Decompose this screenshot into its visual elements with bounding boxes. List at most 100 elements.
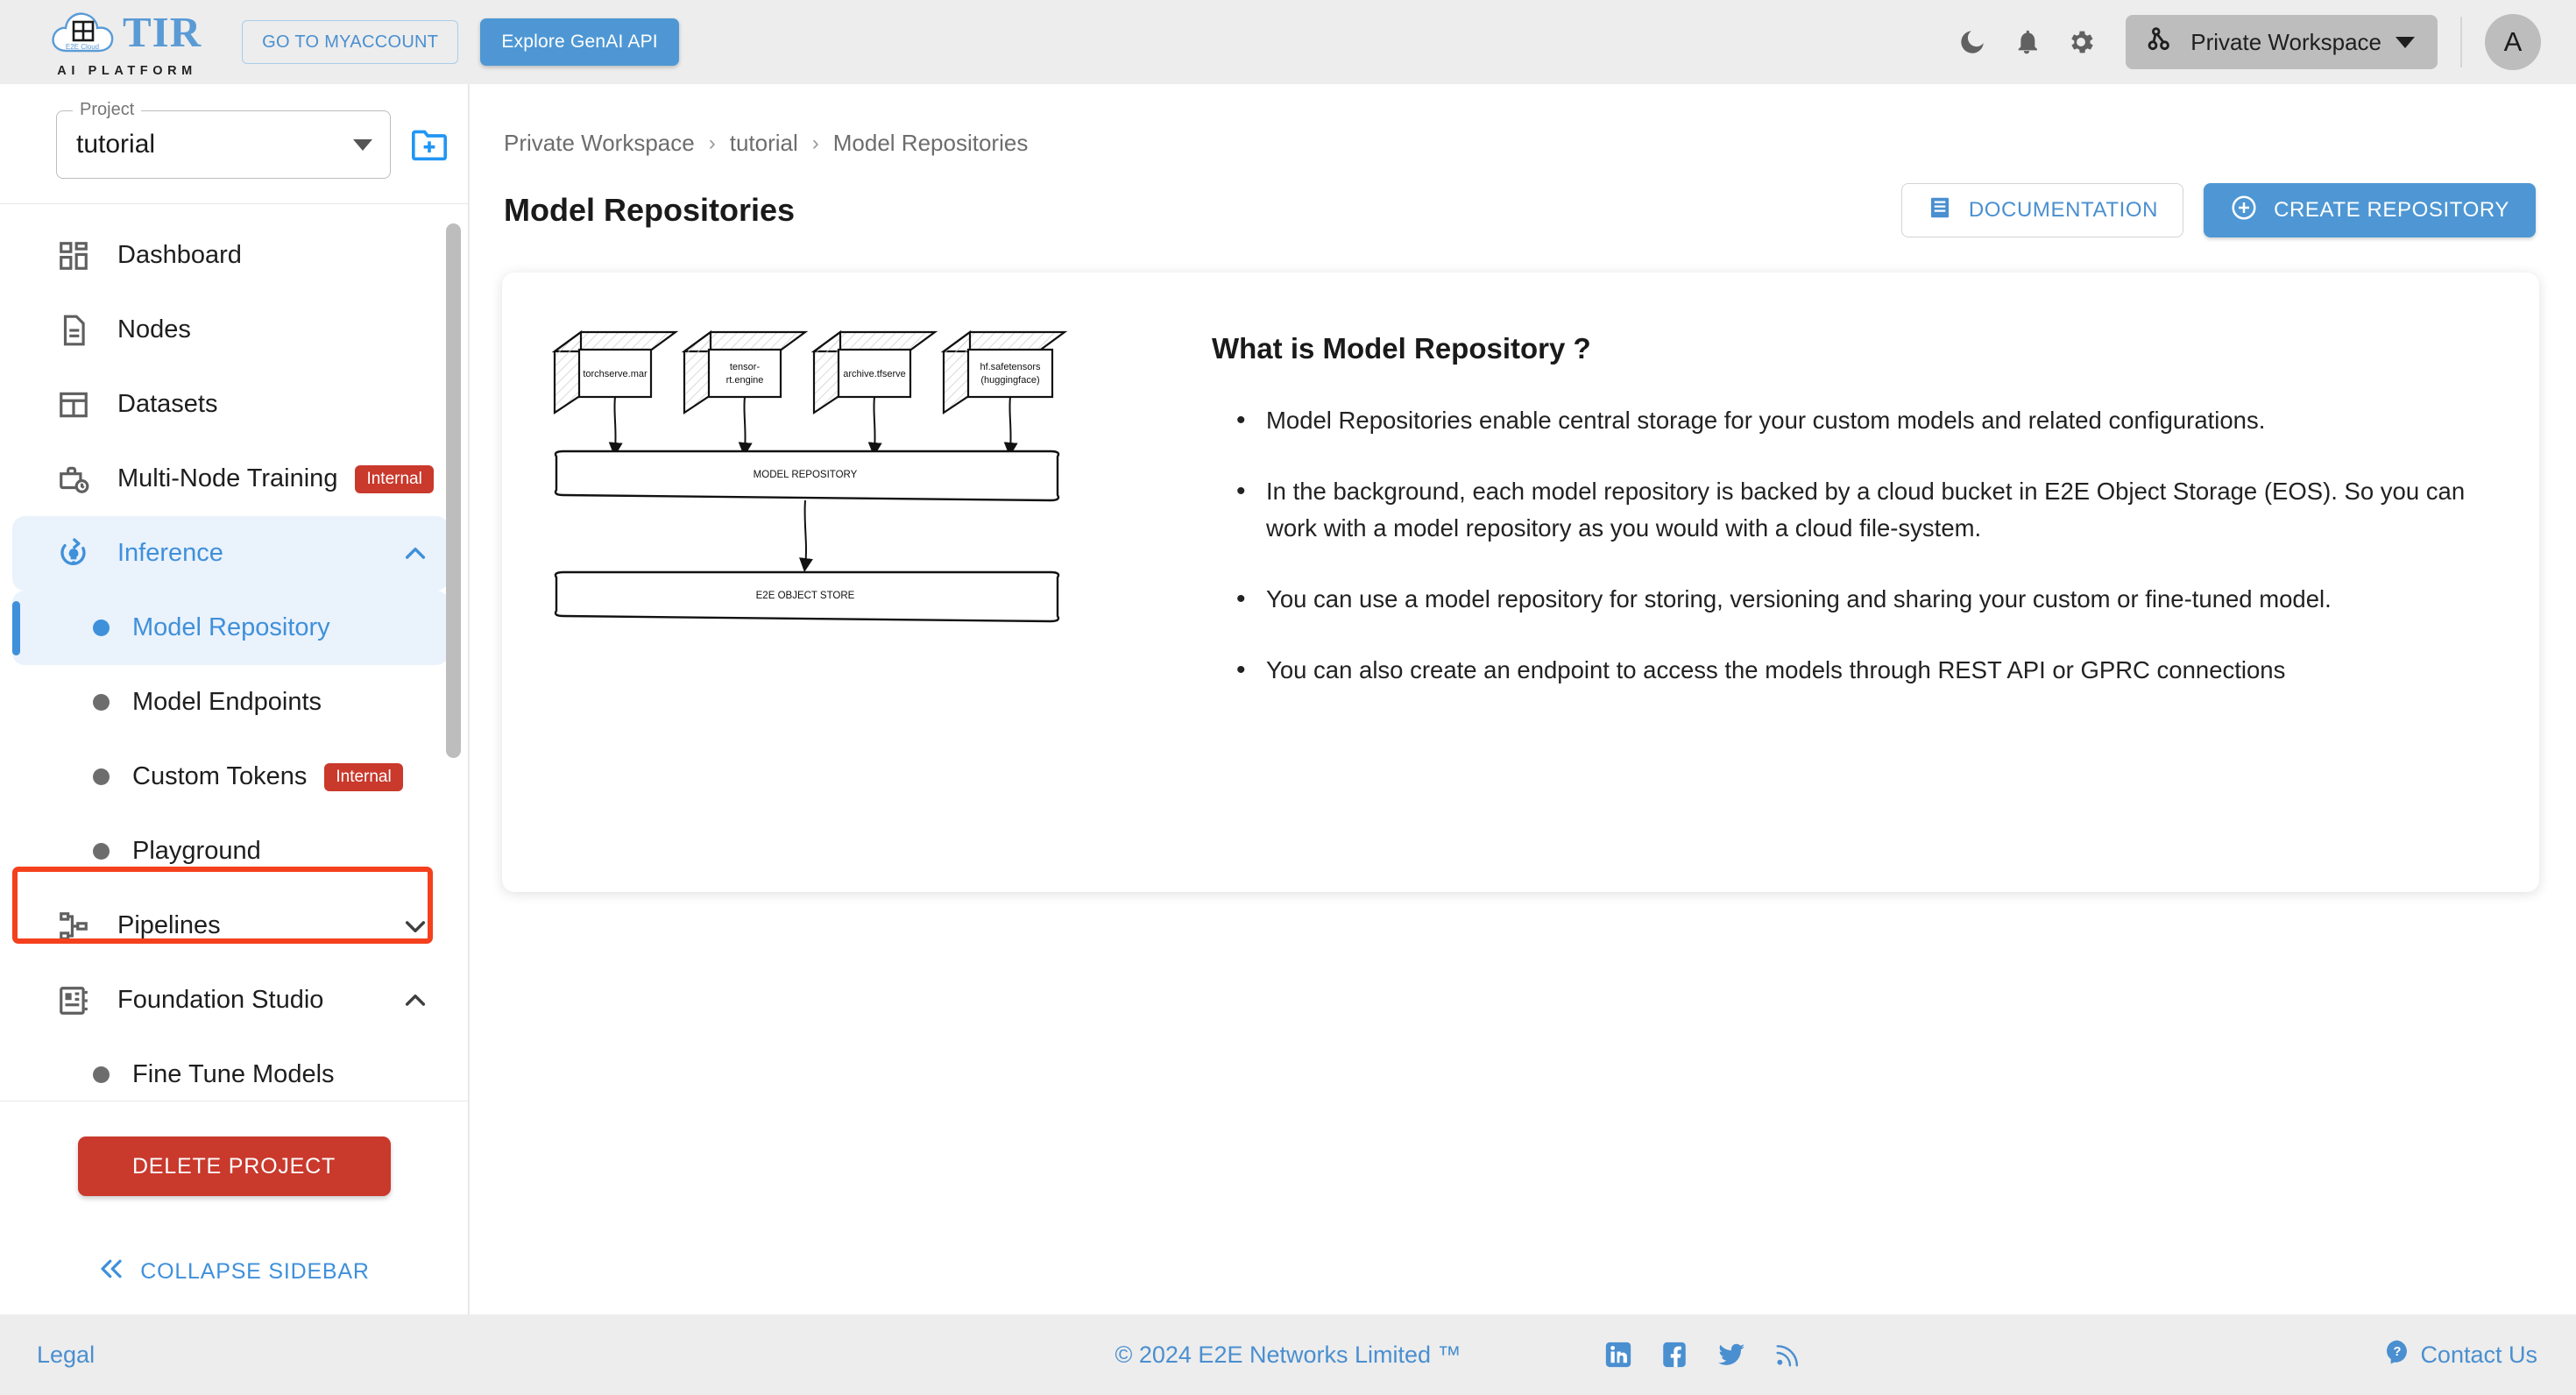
status-badge: Internal xyxy=(324,762,403,791)
create-repository-button[interactable]: CREATE REPOSITORY xyxy=(2204,183,2536,237)
bullet-dot-icon xyxy=(93,1066,110,1083)
avatar-initial: A xyxy=(2503,26,2523,57)
twitter-icon[interactable] xyxy=(1716,1339,1747,1370)
app-header: E2E Cloud TIR AI PLATFORM GO TO MYACCOUN… xyxy=(0,0,2576,84)
sidebar-item-model-endpoints[interactable]: Model Endpoints xyxy=(12,665,449,740)
sidebar-item-fine-tune-models[interactable]: Fine Tune Models xyxy=(12,1037,449,1101)
dashboard-icon xyxy=(53,239,95,273)
logo-wordmark: TIR xyxy=(123,8,202,56)
main-content: Private Workspace › tutorial › Model Rep… xyxy=(470,84,2576,1314)
status-badge: Internal xyxy=(355,464,434,493)
briefcase-clock-icon xyxy=(53,463,95,496)
page-header-actions: DOCUMENTATION CREATE REPOSITORY xyxy=(1900,183,2536,237)
sidebar-item-custom-tokens[interactable]: Custom Tokens Internal xyxy=(12,740,449,814)
linkedin-icon[interactable] xyxy=(1603,1340,1633,1370)
chevron-down-icon xyxy=(353,138,372,151)
diagram-object-store-box: E2E OBJECT STORE xyxy=(554,570,1060,623)
diagram-box-label-1a: tensor- xyxy=(730,362,761,372)
double-chevron-left-icon xyxy=(98,1256,124,1288)
collapse-sidebar-button[interactable]: COLLAPSE SIDEBAR xyxy=(98,1256,370,1288)
project-select-label: Project xyxy=(73,100,142,120)
diagram-box-label-1b: rt.engine xyxy=(726,375,764,386)
chevron-down-icon xyxy=(401,912,429,940)
bell-icon[interactable] xyxy=(1999,15,2054,69)
sidebar-item-label: Inference xyxy=(117,539,223,567)
go-to-myaccount-label: GO TO MYACCOUNT xyxy=(262,32,439,52)
logo-tagline: AI PLATFORM xyxy=(57,63,197,78)
active-indicator-bar xyxy=(12,601,20,655)
tir-logo[interactable]: E2E Cloud TIR AI PLATFORM xyxy=(49,7,202,78)
diagram-middle-label: MODEL REPOSITORY xyxy=(754,470,858,480)
list-item: In the background, each model repository… xyxy=(1212,471,2478,548)
gear-icon[interactable] xyxy=(2054,15,2108,69)
sidebar-item-datasets[interactable]: Datasets xyxy=(12,367,449,442)
collapse-sidebar-label: COLLAPSE SIDEBAR xyxy=(140,1259,370,1284)
documentation-label: DOCUMENTATION xyxy=(1968,198,2159,222)
plus-circle-icon xyxy=(2230,194,2258,228)
model-repository-diagram: torchserve.mar tensor- rt.engine archive… xyxy=(502,273,1203,698)
info-card-heading: What is Model Repository ? xyxy=(1212,332,1591,365)
list-item: You can use a model repository for stori… xyxy=(1212,579,2478,620)
copyright-text: © 2024 E2E Networks Limited ™ xyxy=(1115,1341,1461,1368)
facebook-icon[interactable] xyxy=(1660,1340,1689,1370)
sidebar-item-label: Custom Tokens xyxy=(132,762,308,790)
legal-link[interactable]: Legal xyxy=(37,1342,95,1369)
chevron-up-icon xyxy=(401,540,429,568)
help-bubble-icon: ? xyxy=(2383,1338,2411,1372)
pipeline-icon xyxy=(53,910,95,943)
sidebar-item-label: Model Endpoints xyxy=(132,688,322,716)
sidebar-item-inference[interactable]: Inference xyxy=(12,516,449,591)
workspace-label: Private Workspace xyxy=(2190,28,2381,55)
sidebar-item-label: Playground xyxy=(132,837,261,865)
breadcrumb-item-project[interactable]: tutorial xyxy=(730,130,798,157)
bullet-dot-icon xyxy=(93,843,110,860)
explore-genai-api-label: Explore GenAI API xyxy=(501,32,658,52)
page-header: Model Repositories DOCUMENTATION CREATE … xyxy=(470,157,2576,237)
header-actions: Private Workspace A xyxy=(1945,14,2541,70)
bullet-dot-icon xyxy=(93,694,110,711)
info-card-text: What is Model Repository ? Model Reposit… xyxy=(1203,273,2539,722)
project-select[interactable]: Project tutorial xyxy=(56,100,391,179)
diagram-box-label-2: archive.tfserve xyxy=(843,369,906,379)
avatar[interactable]: A xyxy=(2485,14,2541,70)
studio-icon xyxy=(53,984,95,1017)
chevron-down-icon xyxy=(2396,36,2415,48)
sidebar-item-playground[interactable]: Playground xyxy=(12,814,449,889)
diagram-box-safetensors: hf.safetensors (huggingface) xyxy=(940,329,1068,457)
moon-icon[interactable] xyxy=(1945,15,1999,69)
app-footer: Legal © 2024 E2E Networks Limited ™ ? Co… xyxy=(0,1314,2576,1395)
diagram-box-tensorrt: tensor- rt.engine xyxy=(681,329,809,457)
sidebar-nav: Dashboard Nodes Datasets Multi-Node Trai… xyxy=(0,204,468,1101)
sidebar-item-label: Model Repository xyxy=(132,613,330,641)
diagram-box-tfserve: archive.tfserve xyxy=(810,329,938,457)
sidebar-item-foundation-studio[interactable]: Foundation Studio xyxy=(12,963,449,1037)
sidebar-footer: DELETE PROJECT COLLAPSE SIDEBAR xyxy=(0,1101,468,1314)
add-folder-icon[interactable] xyxy=(410,127,449,162)
page-title: Model Repositories xyxy=(504,192,796,228)
sidebar-item-nodes[interactable]: Nodes xyxy=(12,293,449,367)
workspace-selector[interactable]: Private Workspace xyxy=(2126,15,2438,69)
bullet-dot-icon xyxy=(93,768,110,785)
sidebar-item-label: Dashboard xyxy=(117,241,242,269)
sidebar-item-multi-node-training[interactable]: Multi-Node Training Internal xyxy=(12,442,449,516)
sidebar-item-dashboard[interactable]: Dashboard xyxy=(12,218,449,293)
sidebar-item-model-repository[interactable]: Model Repository xyxy=(12,591,449,665)
breadcrumb: Private Workspace › tutorial › Model Rep… xyxy=(470,84,2576,157)
delete-project-button[interactable]: DELETE PROJECT xyxy=(77,1137,391,1196)
app-root: E2E Cloud TIR AI PLATFORM GO TO MYACCOUN… xyxy=(0,0,2576,1395)
sidebar-scrollbar[interactable] xyxy=(446,223,461,758)
diagram-box-label-3b: (huggingface) xyxy=(980,375,1039,386)
go-to-myaccount-button[interactable]: GO TO MYACCOUNT xyxy=(242,20,459,64)
social-links xyxy=(1603,1339,1801,1370)
sidebar-item-label: Foundation Studio xyxy=(117,986,324,1014)
inference-bulb-icon xyxy=(53,536,95,571)
breadcrumb-item-workspace[interactable]: Private Workspace xyxy=(504,130,695,157)
explore-genai-api-button[interactable]: Explore GenAI API xyxy=(480,18,679,66)
create-repository-label: CREATE REPOSITORY xyxy=(2274,198,2509,222)
sidebar-item-pipelines[interactable]: Pipelines xyxy=(12,889,449,963)
info-card-bullet-list: Model Repositories enable central storag… xyxy=(1212,400,2478,690)
rss-icon[interactable] xyxy=(1773,1341,1801,1369)
contact-us-link[interactable]: ? Contact Us xyxy=(2383,1338,2537,1372)
breadcrumb-item-current: Model Repositories xyxy=(832,130,1029,156)
documentation-button[interactable]: DOCUMENTATION xyxy=(1900,183,2184,237)
